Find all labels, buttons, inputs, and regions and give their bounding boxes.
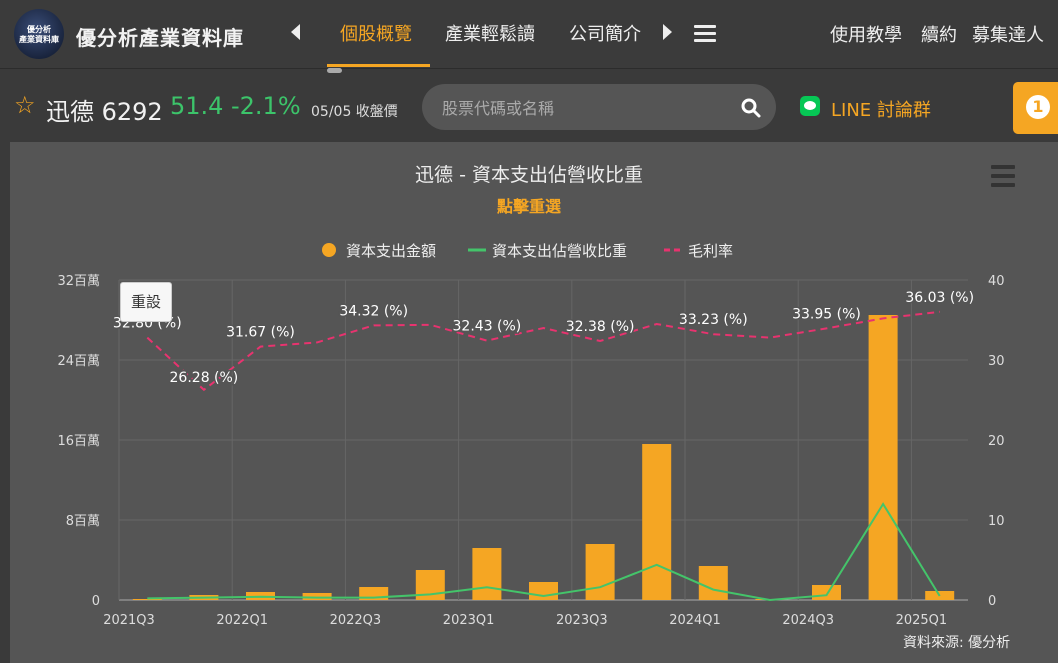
chart-svg: 0 8百萬 16百萬 24百萬 32百萬 0 10 20 30 40 2021Q3 2022Q1 202… (57, 242, 1005, 628)
legend-label: 資本支出佔營收比重 (492, 242, 627, 260)
data-label: 33.23 (%) (679, 312, 748, 328)
capex-bar (812, 585, 841, 600)
data-label: 34.32 (%) (339, 303, 408, 319)
capex-bar (585, 544, 615, 600)
x-tick-label: 2024Q3 (782, 613, 834, 628)
x-tick-label: 2023Q1 (443, 613, 495, 628)
y-left-tick-label: 0 (92, 594, 100, 609)
x-tick-label: 2024Q1 (669, 613, 721, 628)
capex-bar (698, 566, 728, 600)
data-label: 31.67 (%) (226, 325, 295, 341)
gross-margin-line (146, 310, 940, 392)
data-label: 26.28 (%) (170, 370, 239, 386)
y-right-tick-label: 30 (988, 354, 1005, 369)
y-left-tick-label: 8百萬 (66, 514, 100, 529)
y-left-tick-label: 24百萬 (57, 354, 100, 369)
legend-label: 毛利率 (688, 242, 733, 260)
y-left-tick-label: 16百萬 (57, 434, 100, 449)
x-tick-label: 2023Q3 (556, 613, 608, 628)
x-tick-label: 2022Q3 (330, 613, 382, 628)
x-tick-label: 2022Q1 (216, 613, 268, 628)
capex-bar (472, 548, 502, 600)
legend-marker-capex (322, 243, 336, 257)
data-label: 32.38 (%) (566, 319, 635, 335)
y-right-tick-label: 10 (988, 514, 1005, 529)
x-tick-label: 2025Q1 (896, 613, 948, 628)
x-tick-label: 2021Q3 (103, 613, 155, 628)
data-label: 32.43 (%) (453, 319, 522, 335)
y-right-tick-label: 0 (988, 594, 996, 609)
data-label: 36.03 (%) (905, 290, 974, 306)
zoom-reset-button[interactable]: 重設 (120, 282, 172, 322)
capex-bar (868, 315, 898, 600)
capex-bar (642, 444, 672, 600)
data-source: 資料來源: 優分析 (903, 635, 1011, 651)
legend-label: 資本支出金額 (346, 242, 436, 260)
data-label: 33.95 (%) (792, 306, 861, 322)
y-left-tick-label: 32百萬 (57, 274, 100, 289)
y-right-tick-label: 40 (988, 274, 1005, 289)
capex-bar (529, 582, 558, 600)
y-right-tick-label: 20 (988, 434, 1005, 449)
